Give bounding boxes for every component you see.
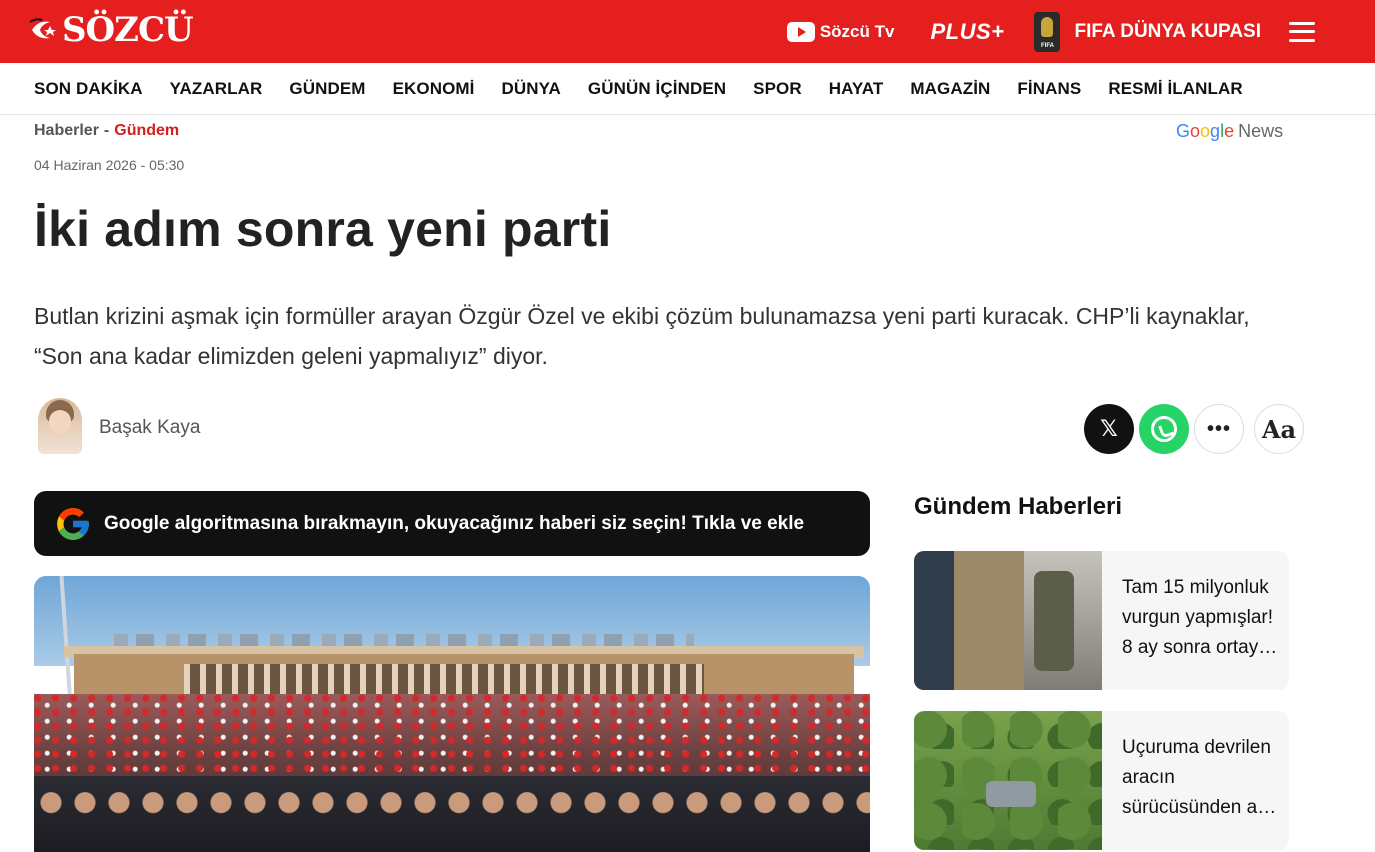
whatsapp-icon — [1151, 416, 1177, 442]
breadcrumb-root[interactable]: Haberler — [34, 122, 99, 139]
nav-item-son-dakika[interactable]: SON DAKİKA — [34, 79, 143, 99]
fifa-trophy-icon: FIFA — [1034, 11, 1061, 52]
nav-item-magazin[interactable]: MAGAZİN — [910, 79, 990, 99]
nav-item-resmi-ilanlar[interactable]: RESMİ İLANLAR — [1108, 79, 1242, 99]
article-date: 04 Haziran 2026 - 05:30 — [34, 157, 185, 173]
article-title: İki adım sonra yeni parti — [34, 201, 612, 257]
author-name[interactable]: Başak Kaya — [99, 417, 200, 439]
share-x-button[interactable]: 𝕏 — [1084, 404, 1134, 454]
sozcu-tv-label: Sözcü Tv — [819, 21, 895, 41]
news-card-title: Tam 15 milyonluk vurgun yapmışlar! 8 ay … — [1122, 577, 1278, 658]
share-more-button[interactable]: ••• — [1194, 404, 1244, 454]
sozcu-tv-link[interactable]: Sözcü Tv — [786, 21, 895, 42]
breadcrumb-current[interactable]: Gündem — [114, 122, 179, 139]
sozcu-logo[interactable]: SÖZCÜ — [28, 10, 194, 50]
news-card-title: Uçuruma devrilen aracın sürücüsünden a… — [1122, 737, 1277, 818]
google-news-link[interactable]: Google News — [1176, 121, 1283, 142]
article-hero-image[interactable] — [34, 576, 870, 852]
font-size-icon: Aa — [1261, 414, 1297, 444]
top-bar: SÖZCÜ Sözcü Tv PLUS+ FIFA FIFA DÜNYA KUP… — [0, 0, 1375, 63]
fifa-icon-text: FIFA — [1040, 42, 1054, 49]
sidebar-title: Gündem Haberleri — [914, 493, 1123, 520]
google-g-icon — [57, 507, 89, 540]
nav-item-yazarlar[interactable]: YAZARLAR — [170, 79, 263, 99]
google-news-google: Google — [1176, 121, 1235, 141]
nav-item-finans[interactable]: FİNANS — [1017, 79, 1081, 99]
breadcrumb: Haberler - Gündem — [34, 122, 179, 140]
main-nav: SON DAKİKA YAZARLAR GÜNDEM EKONOMİ DÜNYA… — [0, 63, 1375, 115]
news-card-image — [914, 711, 1102, 850]
nav-item-dunya[interactable]: DÜNYA — [502, 79, 561, 99]
google-news-news: News — [1238, 121, 1284, 141]
crescent-star-icon — [29, 18, 56, 39]
nav-item-hayat[interactable]: HAYAT — [829, 79, 884, 99]
fifa-label: FIFA DÜNYA KUPASI — [1074, 20, 1261, 42]
google-preferred-source-banner[interactable]: Google algoritmasına bırakmayın, okuyaca… — [34, 491, 870, 556]
more-icon: ••• — [1206, 417, 1231, 440]
news-card-image — [914, 551, 1102, 690]
fifa-link[interactable]: FIFA FIFA DÜNYA KUPASI — [1034, 11, 1261, 52]
breadcrumb-separator: - — [103, 122, 110, 139]
nav-item-ekonomi[interactable]: EKONOMİ — [393, 79, 475, 99]
menu-icon[interactable] — [1289, 21, 1315, 42]
nav-item-gundem[interactable]: GÜNDEM — [289, 79, 365, 99]
logo-text: SÖZCÜ — [62, 10, 194, 50]
plus-link[interactable]: PLUS+ — [930, 19, 1004, 45]
nav-item-gunun-icinden[interactable]: GÜNÜN İÇİNDEN — [588, 79, 726, 99]
youtube-icon — [786, 21, 815, 42]
sidebar-news-card[interactable]: Tam 15 milyonluk vurgun yapmışlar! 8 ay … — [914, 551, 1289, 690]
share-whatsapp-button[interactable] — [1139, 404, 1189, 454]
x-icon: 𝕏 — [1100, 416, 1118, 441]
nav-item-spor[interactable]: SPOR — [753, 79, 802, 99]
author-avatar[interactable] — [38, 398, 82, 454]
hero-people-front — [34, 776, 870, 852]
font-size-button[interactable]: Aa — [1254, 404, 1304, 454]
article-lead: Butlan krizini aşmak için formüller aray… — [34, 303, 1250, 369]
google-banner-text: Google algoritmasına bırakmayın, okuyaca… — [104, 512, 805, 534]
sidebar-news-card[interactable]: Uçuruma devrilen aracın sürücüsünden a… — [914, 711, 1289, 850]
